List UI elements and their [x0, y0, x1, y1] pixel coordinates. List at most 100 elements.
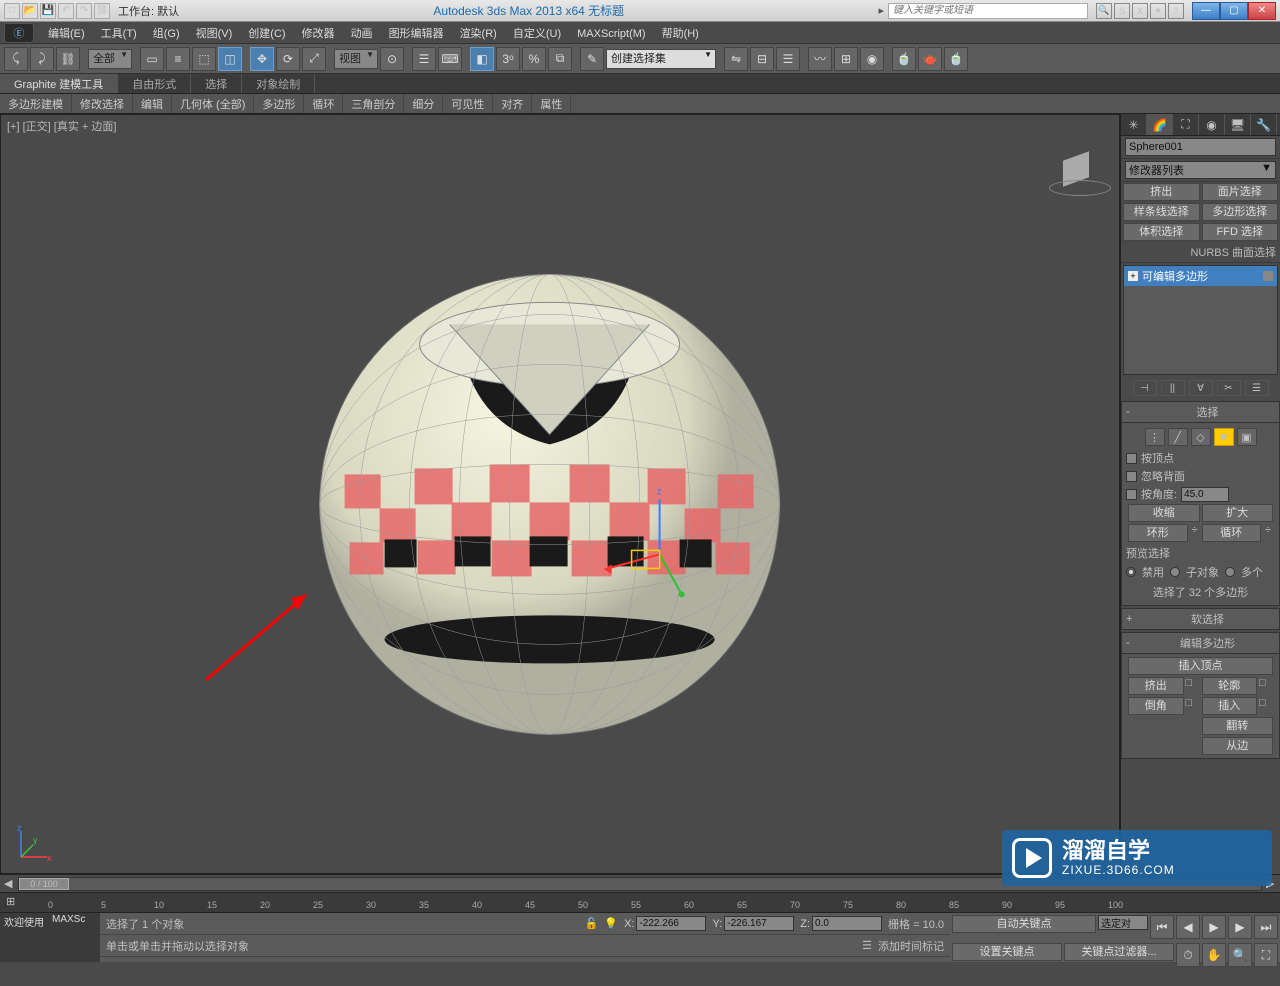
qat-undo-icon[interactable]: ↶	[58, 3, 74, 19]
ribbon-panel[interactable]: 多边形	[254, 94, 304, 113]
display-tab-icon[interactable]: 🖥	[1225, 114, 1251, 135]
search-icon[interactable]: 🔍	[1096, 3, 1112, 19]
preview-off-radio[interactable]	[1126, 567, 1136, 577]
ribbon-tab[interactable]: 自由形式	[118, 74, 191, 93]
select-object-icon[interactable]: ▭	[140, 47, 164, 71]
ref-coord-combo[interactable]: 视图	[334, 49, 378, 69]
add-time-tag[interactable]: 添加时间标记	[878, 938, 944, 954]
grow-button[interactable]: 扩大	[1202, 504, 1274, 522]
ribbon-panel[interactable]: 三角剖分	[343, 94, 404, 113]
exchange-icon[interactable]: X	[1132, 3, 1148, 19]
qat-link-icon[interactable]: ⛓	[94, 3, 110, 19]
percent-snap-icon[interactable]: %	[522, 47, 546, 71]
menu-item[interactable]: 渲染(R)	[452, 26, 505, 42]
manip-icon[interactable]: ☰	[412, 47, 436, 71]
menu-item[interactable]: MAXScript(M)	[569, 26, 653, 42]
goto-end-icon[interactable]: ⏭	[1254, 915, 1278, 939]
border-level-icon[interactable]: ◇	[1191, 428, 1211, 446]
select-region-icon[interactable]: ⬚	[192, 47, 216, 71]
angle-snap-icon[interactable]: 3ᵒ	[496, 47, 520, 71]
menu-item[interactable]: 视图(V)	[188, 26, 241, 42]
viewport[interactable]: [+] [正交] [真实 + 边面]	[0, 114, 1120, 874]
keyfilter-button[interactable]: 关键点过滤器...	[1064, 943, 1174, 961]
time-config-icon[interactable]: ⏱	[1176, 943, 1200, 967]
qat-redo-icon[interactable]: ↷	[76, 3, 92, 19]
menu-item[interactable]: 组(G)	[145, 26, 188, 42]
vp-pan-icon[interactable]: ✋	[1202, 943, 1226, 967]
qat-new-icon[interactable]: □	[4, 3, 20, 19]
curve-editor-icon[interactable]: 〰	[808, 47, 832, 71]
menu-item[interactable]: 动画	[343, 26, 381, 42]
menu-item[interactable]: 创建(C)	[240, 26, 293, 42]
lock-icon[interactable]	[1263, 271, 1273, 281]
qat-open-icon[interactable]: 📂	[22, 3, 38, 19]
selection-filter-combo[interactable]: 全部	[88, 49, 132, 69]
autokey-button[interactable]: 自动关键点	[952, 915, 1096, 933]
modifier-list-combo[interactable]: 修改器列表▼	[1125, 161, 1276, 179]
render-icon[interactable]: 🍵	[944, 47, 968, 71]
flip-button[interactable]: 翻转	[1202, 717, 1274, 735]
key-selset-field[interactable]	[1098, 915, 1148, 930]
coord-x-field[interactable]	[636, 916, 706, 931]
ribbon-panel[interactable]: 循环	[304, 94, 343, 113]
ribbon-tab[interactable]: 对象绘制	[242, 74, 315, 93]
close-button[interactable]: ✕	[1248, 2, 1276, 20]
coord-z-field[interactable]	[812, 916, 882, 931]
render-setup-icon[interactable]: 🍵	[892, 47, 916, 71]
mirror-icon[interactable]: ⇋	[724, 47, 748, 71]
coord-y-field[interactable]	[724, 916, 794, 931]
schematic-icon[interactable]: ⊞	[834, 47, 858, 71]
menu-item[interactable]: 自定义(U)	[505, 26, 569, 42]
material-editor-icon[interactable]: ◉	[860, 47, 884, 71]
by-vertex-checkbox[interactable]	[1126, 453, 1137, 464]
ribbon-tab[interactable]: Graphite 建模工具	[0, 74, 118, 93]
ring-button[interactable]: 环形	[1128, 524, 1188, 542]
isolate-icon[interactable]: 💡	[604, 917, 618, 930]
ribbon-panel[interactable]: 细分	[404, 94, 443, 113]
ribbon-panel[interactable]: 几何体 (全部)	[172, 94, 254, 113]
motion-tab-icon[interactable]: ◉	[1199, 114, 1225, 135]
trackbar-toggle-icon[interactable]: ⊞	[6, 895, 15, 908]
pin-stack-icon[interactable]: ⊣	[1133, 380, 1157, 396]
modify-tab-icon[interactable]: 🌈	[1147, 114, 1173, 135]
btn-patch-select[interactable]: 面片选择	[1202, 183, 1279, 201]
named-sel-edit-icon[interactable]: ✎	[580, 47, 604, 71]
search-input[interactable]	[888, 3, 1088, 19]
modstack-item-editable-poly[interactable]: + 可编辑多边形	[1124, 266, 1277, 286]
preview-subobj-radio[interactable]	[1170, 567, 1180, 577]
ribbon-panel[interactable]: 多边形建模	[0, 94, 72, 113]
extrude-button[interactable]: 挤出	[1128, 677, 1184, 695]
element-level-icon[interactable]: ▣	[1237, 428, 1257, 446]
prev-frame-icon[interactable]: ◀	[1176, 915, 1200, 939]
spinner-snap-icon[interactable]: ⧉	[548, 47, 572, 71]
move-icon[interactable]: ✥	[250, 47, 274, 71]
viewport-label[interactable]: [+] [正交] [真实 + 边面]	[7, 118, 116, 134]
insert-button[interactable]: 插入	[1202, 697, 1258, 715]
layers-icon[interactable]: ☰	[776, 47, 800, 71]
menu-item[interactable]: 修改器	[294, 26, 343, 42]
goto-start-icon[interactable]: ⏮	[1150, 915, 1174, 939]
maximize-button[interactable]: ▢	[1220, 2, 1248, 20]
unique-icon[interactable]: ∀	[1189, 380, 1213, 396]
vertex-level-icon[interactable]: ⋮	[1145, 428, 1165, 446]
preview-multi-radio[interactable]	[1225, 567, 1235, 577]
modifier-stack[interactable]: + 可编辑多边形	[1123, 265, 1278, 375]
ribbon-panel[interactable]: 对齐	[493, 94, 532, 113]
ribbon-panel[interactable]: 编辑	[133, 94, 172, 113]
show-end-icon[interactable]: ||	[1161, 380, 1185, 396]
remove-mod-icon[interactable]: ✂	[1217, 380, 1241, 396]
btn-poly-select[interactable]: 多边形选择	[1202, 203, 1279, 221]
bevel-button[interactable]: 倒角	[1128, 697, 1184, 715]
viewcube[interactable]	[1059, 150, 1099, 190]
loop-button[interactable]: 循环	[1202, 524, 1262, 542]
vp-max-icon[interactable]: ⛶	[1254, 943, 1278, 967]
menu-item[interactable]: 帮助(H)	[654, 26, 707, 42]
unlink-icon[interactable]: ⤸	[30, 47, 54, 71]
by-angle-checkbox[interactable]	[1126, 489, 1137, 500]
shrink-button[interactable]: 收缩	[1128, 504, 1200, 522]
subscription-icon[interactable]: S	[1114, 3, 1130, 19]
time-slider-thumb[interactable]: 0 / 100	[19, 878, 69, 890]
configure-icon[interactable]: ☰	[1245, 380, 1269, 396]
script-listener[interactable]: 欢迎使用 MAXSc	[0, 913, 100, 962]
next-frame-icon[interactable]: ▶	[1228, 915, 1252, 939]
